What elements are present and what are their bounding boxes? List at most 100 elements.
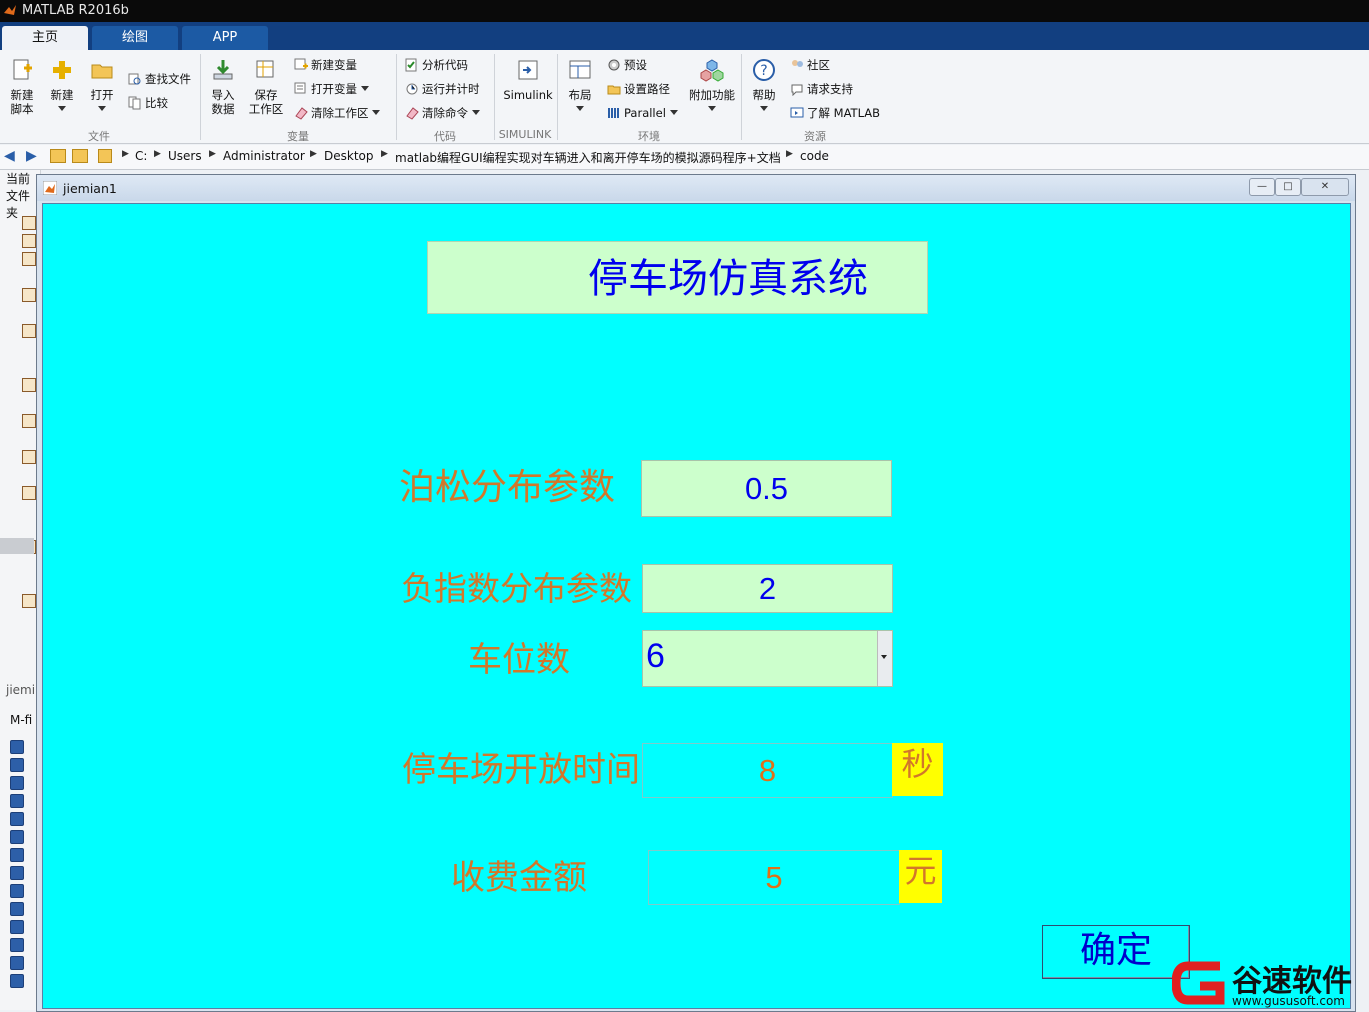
breadcrumb-c[interactable]: C: bbox=[135, 149, 147, 163]
code-group-label: 代码 bbox=[434, 130, 456, 143]
file-icon[interactable] bbox=[22, 450, 36, 464]
file-icon[interactable] bbox=[22, 216, 36, 230]
community-button[interactable]: 社区 bbox=[790, 56, 830, 74]
breadcrumb-code[interactable]: code bbox=[800, 149, 829, 163]
close-button[interactable]: ✕ bbox=[1301, 178, 1349, 196]
file-icon[interactable] bbox=[22, 486, 36, 500]
new-variable-button[interactable]: 新建变量 bbox=[294, 56, 357, 74]
file-icon[interactable] bbox=[22, 324, 36, 338]
ribbon-tab-strip: 主页 绘图 APP bbox=[0, 22, 1369, 50]
breadcrumb-separator-icon: ▶ bbox=[786, 149, 793, 159]
file-icon[interactable] bbox=[22, 288, 36, 302]
back-arrow-icon[interactable]: ◀ bbox=[4, 148, 15, 164]
file-icon[interactable] bbox=[22, 414, 36, 428]
parking-spaces-select[interactable]: 6 bbox=[642, 630, 893, 687]
function-icon[interactable] bbox=[10, 974, 24, 988]
current-folder-title: 当前文件夹 bbox=[6, 172, 31, 220]
simulink-button[interactable]: Simulink bbox=[502, 58, 554, 102]
import-data-label: 导入 数据 bbox=[211, 88, 235, 116]
layout-button[interactable]: 布局 bbox=[564, 58, 596, 116]
learn-matlab-button[interactable]: 了解 MATLAB bbox=[790, 104, 880, 122]
save-workspace-icon bbox=[256, 60, 274, 78]
clear-commands-dropdown-icon bbox=[471, 110, 480, 115]
new-dropdown-icon bbox=[58, 106, 66, 111]
new-button[interactable]: 新建 bbox=[46, 58, 78, 116]
breadcrumb-separator-icon: ▶ bbox=[122, 149, 129, 159]
fee-input[interactable]: 5 bbox=[648, 850, 900, 905]
function-icon[interactable] bbox=[10, 740, 24, 754]
open-variable-label: 打开变量 bbox=[311, 82, 357, 96]
parallel-button[interactable]: Parallel bbox=[607, 104, 678, 122]
function-icon[interactable] bbox=[10, 830, 24, 844]
breadcrumb-desktop[interactable]: Desktop bbox=[324, 149, 374, 163]
function-icon[interactable] bbox=[10, 956, 24, 970]
selected-file-row[interactable] bbox=[0, 538, 34, 554]
help-label: 帮助 bbox=[752, 88, 776, 102]
find-files-icon bbox=[128, 73, 141, 85]
figure-title-bar[interactable]: jiemian1 — □ ✕ bbox=[37, 175, 1355, 201]
fee-unit: 元 bbox=[899, 850, 942, 903]
watermark: 谷速软件 www.gususoft.com bbox=[1172, 956, 1369, 1010]
function-icon[interactable] bbox=[10, 794, 24, 808]
import-data-button[interactable]: 导入 数据 bbox=[206, 58, 240, 116]
browse-folder-icon[interactable] bbox=[72, 149, 88, 163]
poisson-param-input[interactable]: 0.5 bbox=[641, 460, 892, 517]
function-icon[interactable] bbox=[10, 848, 24, 862]
function-icon[interactable] bbox=[10, 902, 24, 916]
file-group-label: 文件 bbox=[88, 130, 110, 143]
open-time-input[interactable]: 8 bbox=[642, 743, 893, 798]
maximize-button[interactable]: □ bbox=[1275, 178, 1301, 196]
function-icon[interactable] bbox=[10, 776, 24, 790]
open-variable-button[interactable]: 打开变量 bbox=[294, 80, 369, 98]
clear-commands-button[interactable]: 清除命令 bbox=[405, 104, 480, 122]
new-variable-label: 新建变量 bbox=[311, 58, 357, 72]
set-path-button[interactable]: 设置路径 bbox=[607, 80, 670, 98]
save-workspace-button[interactable]: 保存 工作区 bbox=[246, 58, 286, 116]
tab-plots[interactable]: 绘图 bbox=[92, 26, 178, 50]
function-icon[interactable] bbox=[10, 938, 24, 952]
help-button[interactable]: ? 帮助 bbox=[747, 58, 781, 116]
function-icon[interactable] bbox=[10, 866, 24, 880]
open-button[interactable]: 打开 bbox=[86, 58, 118, 116]
add-ons-dropdown-icon bbox=[708, 106, 716, 111]
preferences-button[interactable]: 预设 bbox=[607, 56, 647, 74]
app-title-bar: MATLAB R2016b bbox=[0, 0, 1369, 22]
up-folder-icon[interactable] bbox=[50, 149, 66, 163]
add-ons-button[interactable]: 附加功能 bbox=[686, 58, 738, 116]
analyze-code-icon bbox=[405, 58, 417, 72]
run-and-time-label: 运行并计时 bbox=[422, 82, 480, 96]
new-script-button[interactable]: 新建 脚本 bbox=[4, 58, 40, 116]
breadcrumb-users[interactable]: Users bbox=[168, 149, 202, 163]
exp-param-input[interactable]: 2 bbox=[642, 564, 893, 613]
function-icon[interactable] bbox=[10, 920, 24, 934]
function-icon[interactable] bbox=[10, 812, 24, 826]
dropdown-button[interactable] bbox=[877, 631, 892, 686]
confirm-button[interactable]: 确定 bbox=[1042, 925, 1190, 979]
file-icon[interactable] bbox=[22, 234, 36, 248]
environment-group-label: 环境 bbox=[638, 130, 660, 143]
minimize-button[interactable]: — bbox=[1249, 178, 1275, 196]
breadcrumb-administrator[interactable]: Administrator bbox=[223, 149, 305, 163]
address-bar: ◀ ▶ ▶ C: ▶ Users ▶ Administrator ▶ Deskt… bbox=[0, 145, 1369, 170]
run-and-time-button[interactable]: 运行并计时 bbox=[405, 80, 480, 98]
save-workspace-label: 保存 工作区 bbox=[248, 88, 284, 116]
clear-commands-label: 清除命令 bbox=[422, 106, 468, 120]
eraser-icon bbox=[295, 107, 308, 120]
analyze-code-button[interactable]: 分析代码 bbox=[405, 56, 468, 74]
breadcrumb-project-folder[interactable]: matlab编程GUI编程实现对车辆进入和离开停车场的模拟源码程序+文档 bbox=[395, 149, 781, 166]
find-files-button[interactable]: 查找文件 bbox=[128, 70, 191, 88]
function-icon[interactable] bbox=[10, 884, 24, 898]
file-icon[interactable] bbox=[22, 252, 36, 266]
set-path-label: 设置路径 bbox=[624, 82, 670, 96]
tab-apps[interactable]: APP bbox=[182, 26, 268, 50]
file-icon[interactable] bbox=[22, 594, 36, 608]
clear-workspace-button[interactable]: 清除工作区 bbox=[294, 104, 381, 122]
compare-button[interactable]: 比较 bbox=[128, 94, 168, 112]
function-icon[interactable] bbox=[10, 758, 24, 772]
tab-home[interactable]: 主页 bbox=[2, 26, 88, 50]
app-title: MATLAB R2016b bbox=[22, 3, 129, 18]
request-support-button[interactable]: 请求支持 bbox=[790, 80, 853, 98]
file-icon[interactable] bbox=[22, 378, 36, 392]
learn-matlab-label: 了解 MATLAB bbox=[807, 106, 881, 120]
forward-arrow-icon[interactable]: ▶ bbox=[26, 148, 37, 164]
